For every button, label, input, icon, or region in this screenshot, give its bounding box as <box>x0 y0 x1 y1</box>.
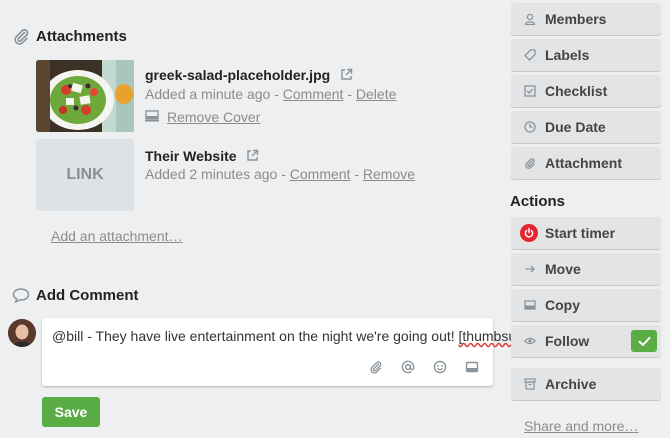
attachment-name-link[interactable]: Their Website <box>145 148 237 164</box>
comment-link[interactable]: Comment <box>283 86 344 102</box>
share-and-more-link[interactable]: Share and more… <box>524 418 638 434</box>
archive-label: Archive <box>545 376 597 392</box>
attachment-added-time: Added 2 minutes ago - <box>145 166 290 182</box>
members-button[interactable]: Members <box>511 3 661 35</box>
attachment-meta: Added a minute ago - Comment - Delete <box>145 86 396 102</box>
copy-icon <box>523 298 537 312</box>
external-link-icon[interactable] <box>340 68 353 84</box>
archive-button[interactable]: Archive <box>511 368 661 400</box>
card-icon[interactable] <box>463 358 481 376</box>
card-detail-main: Attachments greek-salad-placeholder.jpg … <box>0 0 528 438</box>
start-timer-label: Start timer <box>545 225 616 241</box>
due-date-button[interactable]: Due Date <box>511 111 661 143</box>
comment-input[interactable]: @bill - They have live entertainment on … <box>42 318 528 386</box>
emoji-icon[interactable] <box>431 358 449 376</box>
remove-cover-row[interactable]: Remove Cover <box>145 109 260 125</box>
comment-text-body: @bill - They have live entertainment on … <box>52 328 459 344</box>
speech-bubble-icon <box>12 286 30 304</box>
members-label: Members <box>545 11 607 27</box>
at-icon[interactable] <box>399 358 417 376</box>
add-comment-header: Add Comment <box>12 286 139 304</box>
check-icon <box>631 330 657 352</box>
paperclip-icon <box>523 156 537 170</box>
attachment-thumbnail[interactable] <box>36 60 134 132</box>
attachment-name-link[interactable]: greek-salad-placeholder.jpg <box>145 67 330 83</box>
comment-text[interactable]: @bill - They have live entertainment on … <box>52 328 528 344</box>
labels-label: Labels <box>545 47 590 63</box>
arrow-right-icon <box>523 262 537 276</box>
attachments-header: Attachments <box>12 27 127 45</box>
attachment-label: Attachment <box>545 155 623 171</box>
move-label: Move <box>545 261 581 277</box>
meta-separator: - <box>343 86 356 102</box>
add-comment-title: Add Comment <box>36 286 139 304</box>
attachment-button[interactable]: Attachment <box>511 147 661 179</box>
labels-button[interactable]: Labels <box>511 39 661 71</box>
move-button[interactable]: Move <box>511 253 661 285</box>
remove-link[interactable]: Remove <box>363 166 415 182</box>
checklist-button[interactable]: Checklist <box>511 75 661 107</box>
eye-icon <box>523 334 537 348</box>
power-icon <box>520 224 538 242</box>
follow-label: Follow <box>545 333 590 349</box>
follow-button[interactable]: Follow <box>511 325 661 357</box>
external-link-icon[interactable] <box>246 149 259 165</box>
attachment-meta: Added 2 minutes ago - Comment - Remove <box>145 166 415 182</box>
comment-link[interactable]: Comment <box>290 166 351 182</box>
checklist-label: Checklist <box>545 83 608 99</box>
paperclip-icon <box>12 27 30 45</box>
attachment-added-time: Added a minute ago - <box>145 86 283 102</box>
copy-label: Copy <box>545 297 580 313</box>
attachment-item: greek-salad-placeholder.jpg Added a minu… <box>36 60 496 135</box>
due-date-label: Due Date <box>545 119 606 135</box>
paperclip-icon[interactable] <box>367 358 385 376</box>
attachment-title[interactable]: Their Website <box>145 148 259 165</box>
copy-button[interactable]: Copy <box>511 289 661 321</box>
checkbox-icon <box>523 84 537 98</box>
start-timer-button[interactable]: Start timer <box>511 217 661 249</box>
save-button[interactable]: Save <box>42 397 100 427</box>
avatar[interactable] <box>8 319 36 347</box>
tag-icon <box>523 48 537 62</box>
meta-separator: - <box>350 166 363 182</box>
comment-toolbar <box>367 358 481 376</box>
remove-cover-link[interactable]: Remove Cover <box>167 109 260 125</box>
person-icon <box>523 12 537 26</box>
attachments-title: Attachments <box>36 27 127 45</box>
attachment-item: LINK Their Website Added 2 minutes ago -… <box>36 139 496 213</box>
add-attachment-link[interactable]: Add an attachment… <box>51 228 183 244</box>
link-thumbnail[interactable]: LINK <box>36 139 134 211</box>
archive-icon <box>523 377 537 391</box>
attachment-title[interactable]: greek-salad-placeholder.jpg <box>145 67 353 84</box>
delete-link[interactable]: Delete <box>356 86 396 102</box>
card-cover-icon <box>145 109 159 125</box>
clock-icon <box>523 120 537 134</box>
actions-title: Actions <box>510 193 566 210</box>
